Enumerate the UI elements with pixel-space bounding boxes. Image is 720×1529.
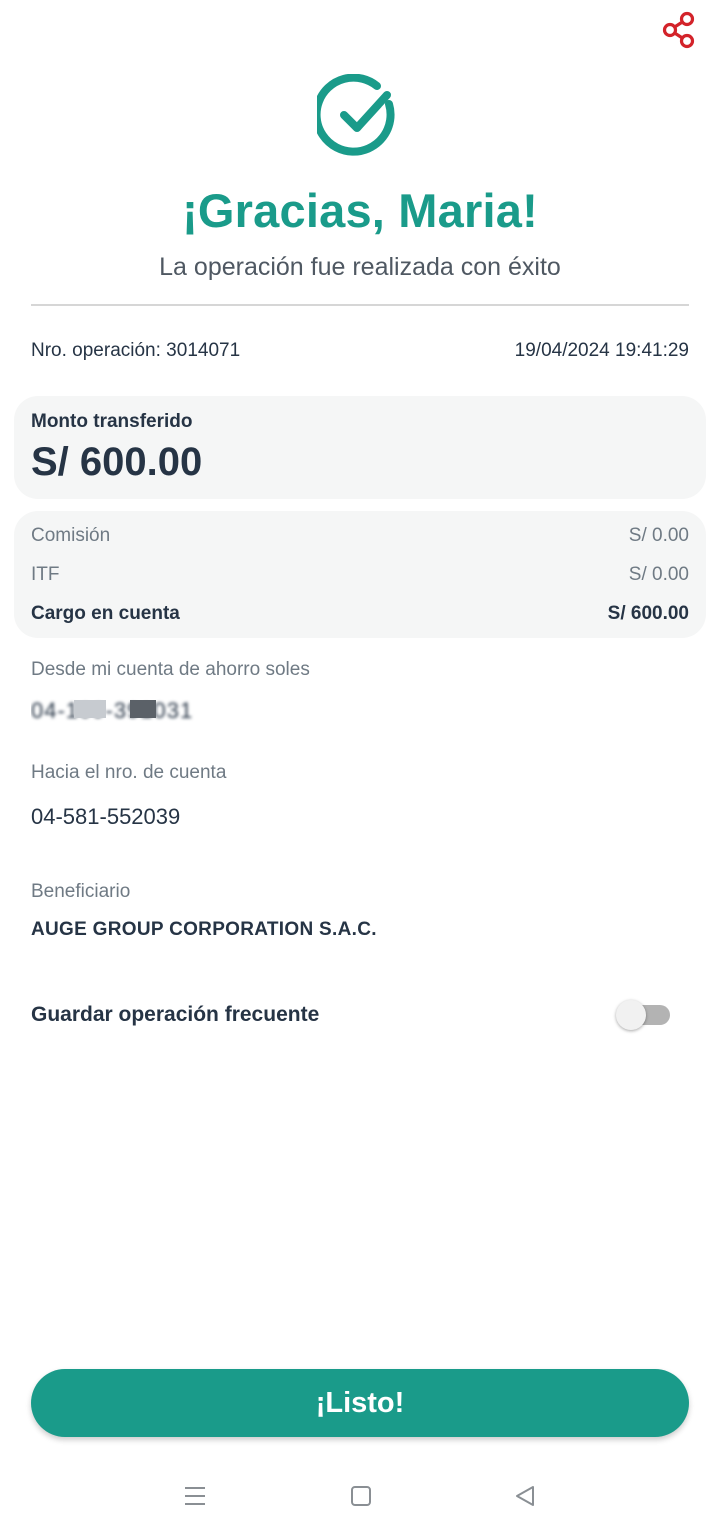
operation-row: Nro. operación: 3014071 19/04/2024 19:41… [31,340,689,362]
amount-value: S/ 600.00 [31,440,203,484]
save-frequent-toggle[interactable] [616,1000,672,1030]
page-title: ¡Gracias, Maria! [182,184,538,237]
menu-icon [185,1487,205,1505]
share-icon [662,11,695,49]
operation-number: Nro. operación: 3014071 [31,340,241,361]
fee-value: S/ 0.00 [628,525,689,546]
fee-value: S/ 0.00 [628,564,689,585]
beneficiary-label: Beneficiario [31,881,131,902]
fee-row-itf: ITF S/ 0.00 [31,564,689,586]
redaction-block [74,700,106,718]
toggle-knob [616,1000,646,1030]
done-button[interactable]: ¡Listo! [31,1369,689,1437]
fee-label: ITF [31,564,60,585]
fee-row-account-charge: Cargo en cuenta S/ 600.00 [31,603,689,625]
redaction-block [130,700,156,718]
home-square-icon [351,1486,371,1506]
check-circle-icon [317,74,395,156]
fees-card: Comisión S/ 0.00 ITF S/ 0.00 Cargo en cu… [14,511,706,638]
amount-card: Monto transferido S/ 600.00 [14,396,706,499]
nav-back-button[interactable] [510,1481,540,1511]
back-triangle-icon [516,1486,534,1506]
destination-account-label: Hacia el nro. de cuenta [31,762,227,783]
system-nav-bar [0,1465,720,1529]
save-frequent-label: Guardar operación frecuente [31,1003,320,1026]
fee-row-commission: Comisión S/ 0.00 [31,525,689,547]
operation-datetime: 19/04/2024 19:41:29 [514,340,689,361]
source-account-value: 04-109-391031 [31,698,206,724]
page-subtitle: La operación fue realizada con éxito [159,253,561,281]
fee-label: Cargo en cuenta [31,603,180,624]
beneficiary-value: AUGE GROUP CORPORATION S.A.C. [31,919,377,940]
divider [31,304,689,306]
amount-label: Monto transferido [31,411,193,432]
share-button[interactable] [660,10,698,50]
fee-label: Comisión [31,525,111,546]
fee-value: S/ 600.00 [607,603,689,624]
destination-account-value: 04-581-552039 [31,804,181,829]
nav-home-button[interactable] [346,1481,376,1511]
source-account-number: 04-109-391031 [31,698,194,723]
source-account-label: Desde mi cuenta de ahorro soles [31,659,310,680]
nav-menu-button[interactable] [180,1481,210,1511]
